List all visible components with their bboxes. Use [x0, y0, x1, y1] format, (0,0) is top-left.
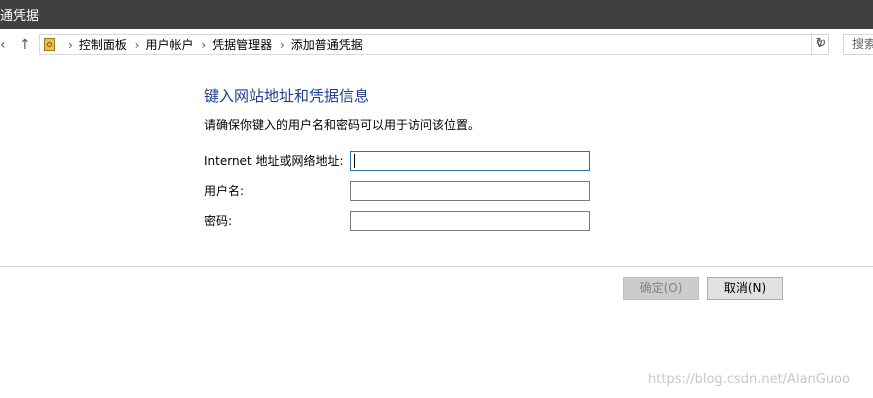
navigation-bar: ‹ ↑ ›控制面板 ›用户帐户 ›凭据管理器 ›添加普通凭据 ∨ ↻ 搜索: [0, 29, 873, 62]
arrow-up-icon[interactable]: ↑: [19, 36, 31, 54]
chevron-right-icon: ›: [279, 38, 285, 52]
refresh-icon[interactable]: ↻: [811, 34, 830, 55]
internet-address-field[interactable]: [350, 151, 590, 171]
breadcrumb: › 控制面板 › 用户帐户 › 凭据管理器 › 添加普通凭据: [64, 37, 363, 53]
username-field[interactable]: [350, 181, 590, 201]
ok-button[interactable]: 确定(O): [623, 277, 699, 300]
password-label: 密码:: [204, 214, 233, 228]
text-cursor: [354, 154, 355, 168]
chevron-right-icon: ›: [134, 38, 140, 52]
title-bar: 通凭据: [0, 0, 873, 29]
password-field[interactable]: [350, 211, 590, 231]
breadcrumb-item-control-panel[interactable]: 控制面板: [79, 38, 127, 52]
watermark: https://blog.csdn.net/AlanGuoo: [648, 372, 850, 387]
breadcrumb-item-credential-manager[interactable]: 凭据管理器: [212, 38, 272, 52]
window-title: 通凭据: [0, 9, 40, 24]
internet-address-label: Internet 地址或网络地址:: [204, 154, 344, 168]
username-label: 用户名:: [204, 184, 245, 198]
chevron-right-icon: ›: [201, 38, 207, 52]
search-input[interactable]: 搜索: [843, 34, 873, 55]
divider: [0, 266, 873, 267]
breadcrumb-item-user-accounts[interactable]: 用户帐户: [145, 38, 193, 52]
cancel-button[interactable]: 取消(N): [707, 277, 783, 300]
control-panel-icon: [44, 38, 55, 51]
search-placeholder: 搜索: [852, 37, 873, 51]
address-bar[interactable]: › 控制面板 › 用户帐户 › 凭据管理器 › 添加普通凭据 ∨: [39, 34, 829, 55]
page-description: 请确保你键入的用户名和密码可以用于访问该位置。: [204, 118, 481, 132]
page-title: 键入网站地址和凭据信息: [204, 87, 370, 105]
chevron-left-icon[interactable]: ‹: [0, 36, 6, 54]
chevron-right-icon: ›: [68, 38, 73, 52]
breadcrumb-item-add-credential[interactable]: 添加普通凭据: [291, 38, 363, 52]
